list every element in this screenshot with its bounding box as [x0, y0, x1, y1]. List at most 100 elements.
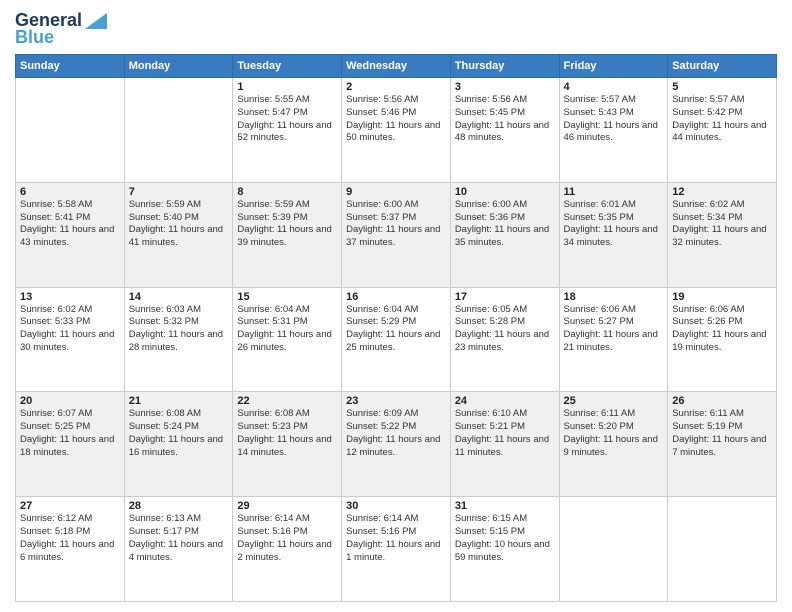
day-number: 17: [455, 291, 555, 303]
day-number: 8: [237, 186, 337, 198]
day-number: 5: [672, 81, 772, 93]
calendar-week-row: 6Sunrise: 5:58 AM Sunset: 5:41 PM Daylig…: [16, 182, 777, 287]
logo-icon: [85, 13, 107, 29]
calendar-cell: [668, 497, 777, 602]
day-number: 10: [455, 186, 555, 198]
calendar-cell: 21Sunrise: 6:08 AM Sunset: 5:24 PM Dayli…: [124, 392, 233, 497]
calendar-cell: 1Sunrise: 5:55 AM Sunset: 5:47 PM Daylig…: [233, 78, 342, 183]
day-detail: Sunrise: 6:08 AM Sunset: 5:24 PM Dayligh…: [129, 408, 229, 459]
day-detail: Sunrise: 6:10 AM Sunset: 5:21 PM Dayligh…: [455, 408, 555, 459]
day-number: 16: [346, 291, 446, 303]
day-detail: Sunrise: 6:05 AM Sunset: 5:28 PM Dayligh…: [455, 304, 555, 355]
calendar-cell: 17Sunrise: 6:05 AM Sunset: 5:28 PM Dayli…: [450, 287, 559, 392]
day-detail: Sunrise: 6:12 AM Sunset: 5:18 PM Dayligh…: [20, 513, 120, 564]
calendar-table: SundayMondayTuesdayWednesdayThursdayFrid…: [15, 54, 777, 602]
day-number: 20: [20, 395, 120, 407]
day-detail: Sunrise: 6:07 AM Sunset: 5:25 PM Dayligh…: [20, 408, 120, 459]
day-number: 25: [564, 395, 664, 407]
calendar-cell: 6Sunrise: 5:58 AM Sunset: 5:41 PM Daylig…: [16, 182, 125, 287]
day-number: 15: [237, 291, 337, 303]
day-detail: Sunrise: 6:13 AM Sunset: 5:17 PM Dayligh…: [129, 513, 229, 564]
logo: General Blue: [15, 10, 107, 48]
calendar-cell: 27Sunrise: 6:12 AM Sunset: 5:18 PM Dayli…: [16, 497, 125, 602]
calendar-cell: 30Sunrise: 6:14 AM Sunset: 5:16 PM Dayli…: [342, 497, 451, 602]
calendar-week-row: 27Sunrise: 6:12 AM Sunset: 5:18 PM Dayli…: [16, 497, 777, 602]
calendar-cell: 2Sunrise: 5:56 AM Sunset: 5:46 PM Daylig…: [342, 78, 451, 183]
day-number: 14: [129, 291, 229, 303]
calendar-cell: 12Sunrise: 6:02 AM Sunset: 5:34 PM Dayli…: [668, 182, 777, 287]
calendar-cell: 3Sunrise: 5:56 AM Sunset: 5:45 PM Daylig…: [450, 78, 559, 183]
calendar-cell: 9Sunrise: 6:00 AM Sunset: 5:37 PM Daylig…: [342, 182, 451, 287]
calendar-cell: 25Sunrise: 6:11 AM Sunset: 5:20 PM Dayli…: [559, 392, 668, 497]
day-detail: Sunrise: 5:56 AM Sunset: 5:45 PM Dayligh…: [455, 94, 555, 145]
day-detail: Sunrise: 5:55 AM Sunset: 5:47 PM Dayligh…: [237, 94, 337, 145]
day-number: 2: [346, 81, 446, 93]
day-number: 7: [129, 186, 229, 198]
day-detail: Sunrise: 5:59 AM Sunset: 5:39 PM Dayligh…: [237, 199, 337, 250]
day-detail: Sunrise: 6:02 AM Sunset: 5:33 PM Dayligh…: [20, 304, 120, 355]
day-detail: Sunrise: 6:11 AM Sunset: 5:20 PM Dayligh…: [564, 408, 664, 459]
day-detail: Sunrise: 6:08 AM Sunset: 5:23 PM Dayligh…: [237, 408, 337, 459]
day-detail: Sunrise: 6:11 AM Sunset: 5:19 PM Dayligh…: [672, 408, 772, 459]
calendar-cell: [16, 78, 125, 183]
day-number: 12: [672, 186, 772, 198]
day-detail: Sunrise: 5:57 AM Sunset: 5:42 PM Dayligh…: [672, 94, 772, 145]
day-number: 23: [346, 395, 446, 407]
day-detail: Sunrise: 6:04 AM Sunset: 5:29 PM Dayligh…: [346, 304, 446, 355]
day-number: 22: [237, 395, 337, 407]
calendar-cell: 19Sunrise: 6:06 AM Sunset: 5:26 PM Dayli…: [668, 287, 777, 392]
day-detail: Sunrise: 6:09 AM Sunset: 5:22 PM Dayligh…: [346, 408, 446, 459]
calendar-header-row: SundayMondayTuesdayWednesdayThursdayFrid…: [16, 55, 777, 78]
calendar-cell: [559, 497, 668, 602]
calendar-cell: 4Sunrise: 5:57 AM Sunset: 5:43 PM Daylig…: [559, 78, 668, 183]
day-number: 19: [672, 291, 772, 303]
day-detail: Sunrise: 5:57 AM Sunset: 5:43 PM Dayligh…: [564, 94, 664, 145]
day-number: 18: [564, 291, 664, 303]
weekday-header: Friday: [559, 55, 668, 78]
calendar-cell: 8Sunrise: 5:59 AM Sunset: 5:39 PM Daylig…: [233, 182, 342, 287]
calendar-cell: 26Sunrise: 6:11 AM Sunset: 5:19 PM Dayli…: [668, 392, 777, 497]
day-number: 30: [346, 500, 446, 512]
day-number: 29: [237, 500, 337, 512]
calendar-cell: 23Sunrise: 6:09 AM Sunset: 5:22 PM Dayli…: [342, 392, 451, 497]
day-detail: Sunrise: 5:59 AM Sunset: 5:40 PM Dayligh…: [129, 199, 229, 250]
calendar-week-row: 1Sunrise: 5:55 AM Sunset: 5:47 PM Daylig…: [16, 78, 777, 183]
day-detail: Sunrise: 6:02 AM Sunset: 5:34 PM Dayligh…: [672, 199, 772, 250]
calendar-cell: 14Sunrise: 6:03 AM Sunset: 5:32 PM Dayli…: [124, 287, 233, 392]
day-detail: Sunrise: 6:01 AM Sunset: 5:35 PM Dayligh…: [564, 199, 664, 250]
calendar-cell: 7Sunrise: 5:59 AM Sunset: 5:40 PM Daylig…: [124, 182, 233, 287]
calendar-cell: 5Sunrise: 5:57 AM Sunset: 5:42 PM Daylig…: [668, 78, 777, 183]
calendar-cell: 18Sunrise: 6:06 AM Sunset: 5:27 PM Dayli…: [559, 287, 668, 392]
calendar-cell: 15Sunrise: 6:04 AM Sunset: 5:31 PM Dayli…: [233, 287, 342, 392]
day-detail: Sunrise: 6:15 AM Sunset: 5:15 PM Dayligh…: [455, 513, 555, 564]
calendar-cell: [124, 78, 233, 183]
day-number: 3: [455, 81, 555, 93]
day-number: 21: [129, 395, 229, 407]
calendar-cell: 31Sunrise: 6:15 AM Sunset: 5:15 PM Dayli…: [450, 497, 559, 602]
day-number: 9: [346, 186, 446, 198]
weekday-header: Tuesday: [233, 55, 342, 78]
calendar-cell: 24Sunrise: 6:10 AM Sunset: 5:21 PM Dayli…: [450, 392, 559, 497]
day-detail: Sunrise: 6:14 AM Sunset: 5:16 PM Dayligh…: [346, 513, 446, 564]
day-detail: Sunrise: 6:14 AM Sunset: 5:16 PM Dayligh…: [237, 513, 337, 564]
day-number: 31: [455, 500, 555, 512]
header: General Blue: [15, 10, 777, 48]
weekday-header: Saturday: [668, 55, 777, 78]
calendar-week-row: 20Sunrise: 6:07 AM Sunset: 5:25 PM Dayli…: [16, 392, 777, 497]
weekday-header: Monday: [124, 55, 233, 78]
day-detail: Sunrise: 5:58 AM Sunset: 5:41 PM Dayligh…: [20, 199, 120, 250]
calendar-cell: 13Sunrise: 6:02 AM Sunset: 5:33 PM Dayli…: [16, 287, 125, 392]
logo-blue: Blue: [15, 27, 54, 48]
calendar-week-row: 13Sunrise: 6:02 AM Sunset: 5:33 PM Dayli…: [16, 287, 777, 392]
day-number: 1: [237, 81, 337, 93]
day-number: 26: [672, 395, 772, 407]
weekday-header: Thursday: [450, 55, 559, 78]
calendar-cell: 22Sunrise: 6:08 AM Sunset: 5:23 PM Dayli…: [233, 392, 342, 497]
calendar-cell: 10Sunrise: 6:00 AM Sunset: 5:36 PM Dayli…: [450, 182, 559, 287]
day-number: 6: [20, 186, 120, 198]
day-detail: Sunrise: 5:56 AM Sunset: 5:46 PM Dayligh…: [346, 94, 446, 145]
day-number: 13: [20, 291, 120, 303]
calendar-cell: 28Sunrise: 6:13 AM Sunset: 5:17 PM Dayli…: [124, 497, 233, 602]
weekday-header: Wednesday: [342, 55, 451, 78]
day-detail: Sunrise: 6:04 AM Sunset: 5:31 PM Dayligh…: [237, 304, 337, 355]
